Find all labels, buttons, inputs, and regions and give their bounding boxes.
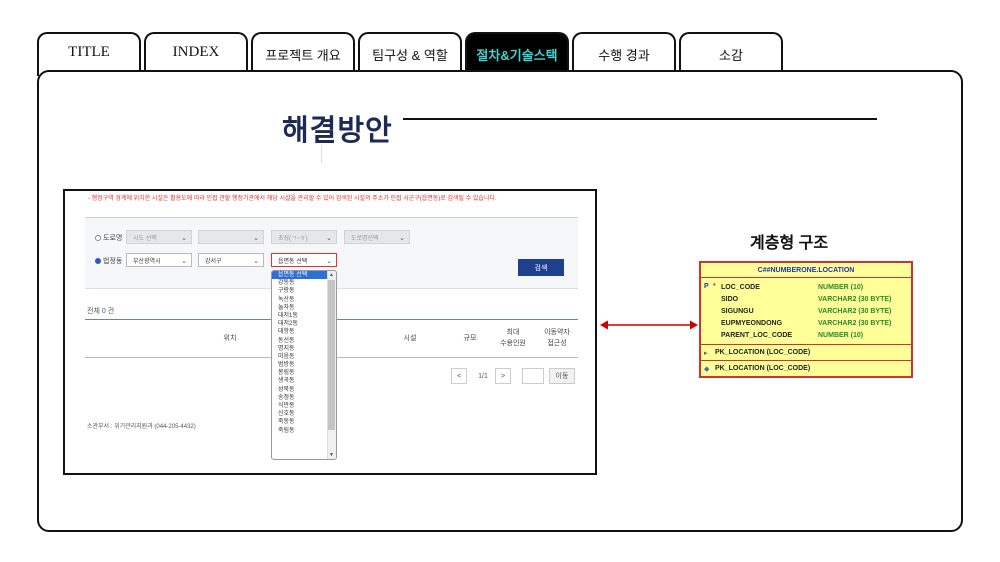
notice-text: - 행정구역 경계에 위치한 시설은 활용도에 따라 인접 관할 행정기관에서 … — [88, 196, 497, 202]
radio-label: 도로명 — [103, 235, 123, 242]
select-gangseo[interactable]: 강서구 ⌄ — [198, 253, 264, 267]
radio-legal-dong[interactable]: 법정동 — [95, 256, 122, 266]
select-value: 읍면동 선택 — [278, 258, 308, 265]
constraint-separator — [701, 360, 911, 361]
dropdown-scrollbar[interactable]: ▲ ▼ — [327, 271, 336, 459]
footer-department: 소관부서 : 위기관리지원과 (044-205-4432) — [87, 424, 196, 430]
column-name: SIDO — [721, 296, 739, 303]
column-facility: 시설 — [403, 335, 417, 342]
column-accessibility: 이동약자 접근성 — [539, 327, 575, 349]
divider-mark — [321, 145, 322, 163]
pager-info: 1/1 — [471, 368, 495, 384]
location-table-diagram: C##NUMBERONE.LOCATION P * LOC_CODE NUMBE… — [699, 261, 913, 378]
select-value: 도로명선택 — [351, 235, 379, 242]
table-name: C##NUMBERONE.LOCATION — [757, 267, 855, 274]
section-heading: 해결방안 — [282, 113, 393, 147]
chevron-down-icon: ⌄ — [326, 258, 332, 265]
constraint-row: PK_LOCATION (LOC_CODE) — [715, 349, 811, 356]
total-count: 전체 0 건 — [87, 306, 114, 316]
scroll-up-icon[interactable]: ▲ — [328, 272, 335, 278]
select-value: 초성(ㄱ~ㅎ) — [278, 235, 308, 242]
column-name: EUPMYEONDONG — [721, 320, 783, 327]
column-name: LOC_CODE — [721, 284, 760, 291]
hierarchy-title: 계층형 구조 — [750, 235, 829, 252]
header-line: 이동약자 — [544, 329, 570, 336]
header-line: 접근성 — [547, 340, 567, 347]
chevron-down-icon: ⌄ — [181, 258, 187, 265]
header-separator — [701, 277, 911, 278]
total-unit: 건 — [107, 308, 115, 315]
embedded-screenshot: - 행정구역 경계에 위치한 시설은 활용도에 따라 인접 관할 행정기관에서 … — [63, 189, 597, 475]
column-type: VARCHAR2 (30 BYTE) — [818, 296, 892, 303]
heading-divider — [403, 118, 877, 120]
index-icon: ◆ — [704, 366, 710, 373]
radio-label: 법정동 — [103, 258, 123, 265]
required-marker: * — [713, 283, 716, 290]
column-scale: 규모 — [463, 335, 477, 342]
total-number: 0 — [101, 308, 106, 315]
select-value: 시도 선택 — [133, 235, 157, 242]
chevron-down-icon: ⌄ — [253, 235, 259, 242]
double-arrow-icon — [600, 320, 698, 330]
select-busan[interactable]: 부산광역시 ⌄ — [126, 253, 192, 267]
column-type: NUMBER (10) — [818, 284, 864, 291]
column-name: PARENT_LOC_CODE — [721, 332, 793, 339]
select-sido[interactable]: 시도 선택 ⌄ — [126, 230, 192, 244]
chevron-down-icon: ⌄ — [253, 258, 259, 265]
select-value: 부산광역시 — [133, 258, 161, 265]
radio-dot — [95, 235, 101, 241]
search-button[interactable]: 검색 — [518, 259, 564, 276]
pager-next-button[interactable]: > — [495, 368, 511, 384]
primary-key-marker: P — [704, 283, 709, 290]
column-type: NUMBER (10) — [818, 332, 864, 339]
page-input[interactable] — [522, 368, 544, 384]
key-icon: ▸ — [704, 350, 708, 357]
column-type: VARCHAR2 (30 BYTE) — [818, 320, 892, 327]
header-line: 수용인원 — [500, 340, 526, 347]
column-max-capacity: 최대 수용인원 — [495, 327, 531, 349]
select-road-name[interactable]: 도로명선택 ⌄ — [344, 230, 410, 244]
select-initial[interactable]: 초성(ㄱ~ㅎ) ⌄ — [271, 230, 337, 244]
radio-road-name[interactable]: 도로명 — [95, 233, 122, 243]
column-location: 위치 — [223, 335, 237, 342]
column-name: SIGUNGU — [721, 308, 754, 315]
select-eupmyeondong[interactable]: 읍면동 선택 ⌄ — [271, 253, 337, 267]
index-row: PK_LOCATION (LOC_CODE) — [715, 365, 811, 372]
pager-go-button[interactable]: 이동 — [549, 368, 575, 384]
radio-dot-selected — [95, 258, 101, 264]
eupmyeondong-dropdown-list[interactable]: 읍면동 선택 강동동 구랑동 녹산동 눌차동 대저1동 대저2동 대항동 동선동 명지동 미음동 범방… — [271, 270, 337, 460]
select-sigungu[interactable]: ⌄ — [198, 230, 264, 244]
chevron-down-icon: ⌄ — [181, 235, 187, 242]
chevron-down-icon: ⌄ — [399, 235, 405, 242]
chevron-down-icon: ⌄ — [326, 235, 332, 242]
column-type: VARCHAR2 (30 BYTE) — [818, 308, 892, 315]
total-label: 전체 — [87, 308, 100, 315]
columns-separator — [701, 344, 911, 345]
select-value: 강서구 — [205, 258, 222, 265]
pager-prev-button[interactable]: < — [451, 368, 467, 384]
header-line: 최대 — [506, 329, 520, 336]
scrollbar-thumb[interactable] — [328, 280, 335, 430]
scroll-down-icon[interactable]: ▼ — [328, 452, 335, 458]
